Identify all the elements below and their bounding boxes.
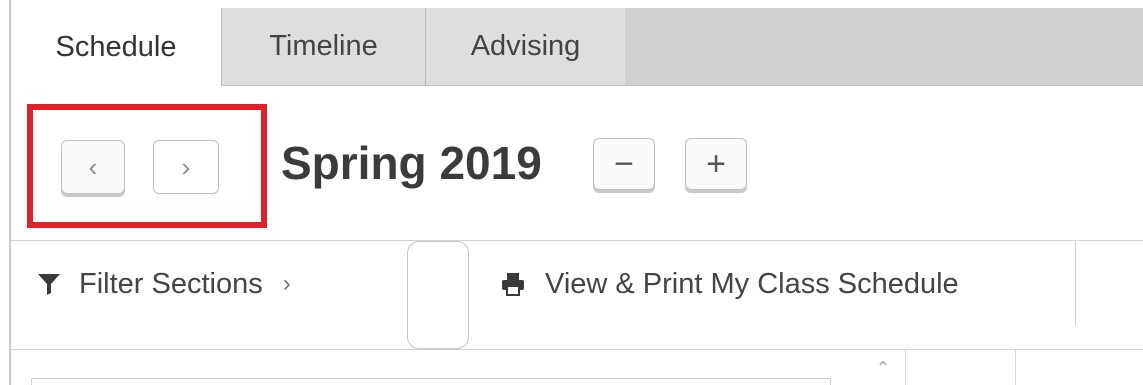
toolbar-separator <box>1075 241 1076 325</box>
column-divider <box>1015 350 1016 385</box>
print-schedule-button[interactable]: View & Print My Class Schedule <box>501 261 959 307</box>
toolbar: Filter Sections › View & Print My Class … <box>11 241 1143 349</box>
section-list-area: ⌃ <box>11 350 1143 385</box>
next-term-button[interactable]: › <box>153 140 219 194</box>
scroll-up-icon[interactable]: ⌃ <box>869 356 897 380</box>
filter-sections-button[interactable]: Filter Sections › <box>37 261 291 307</box>
column-divider <box>905 350 906 385</box>
term-navigation: ‹ › Spring 2019 − + <box>11 86 1143 240</box>
plus-icon: + <box>706 144 726 183</box>
tab-timeline[interactable]: Timeline <box>221 8 425 86</box>
zoom-in-button[interactable]: + <box>685 138 747 190</box>
filter-sections-label: Filter Sections <box>79 267 263 300</box>
schedule-panel: Schedule Timeline Advising ‹ › Spring 20… <box>0 0 1143 385</box>
minus-icon: − <box>614 144 634 183</box>
term-title: Spring 2019 <box>281 137 542 189</box>
chevron-right-icon: › <box>181 151 191 182</box>
funnel-icon <box>38 274 60 295</box>
toolbar-toggle-button[interactable] <box>407 241 469 349</box>
chevron-left-icon: ‹ <box>88 151 98 182</box>
chevron-right-icon: › <box>282 270 291 297</box>
tab-advising[interactable]: Advising <box>425 8 625 86</box>
printer-icon <box>502 273 524 296</box>
tab-strip-fill <box>625 8 1143 86</box>
tab-bar: Schedule Timeline Advising <box>11 8 1143 86</box>
tab-schedule[interactable]: Schedule <box>11 8 221 86</box>
section-list <box>31 378 831 385</box>
print-schedule-label: View & Print My Class Schedule <box>545 267 959 300</box>
zoom-out-button[interactable]: − <box>593 138 655 190</box>
previous-term-button[interactable]: ‹ <box>61 140 125 194</box>
